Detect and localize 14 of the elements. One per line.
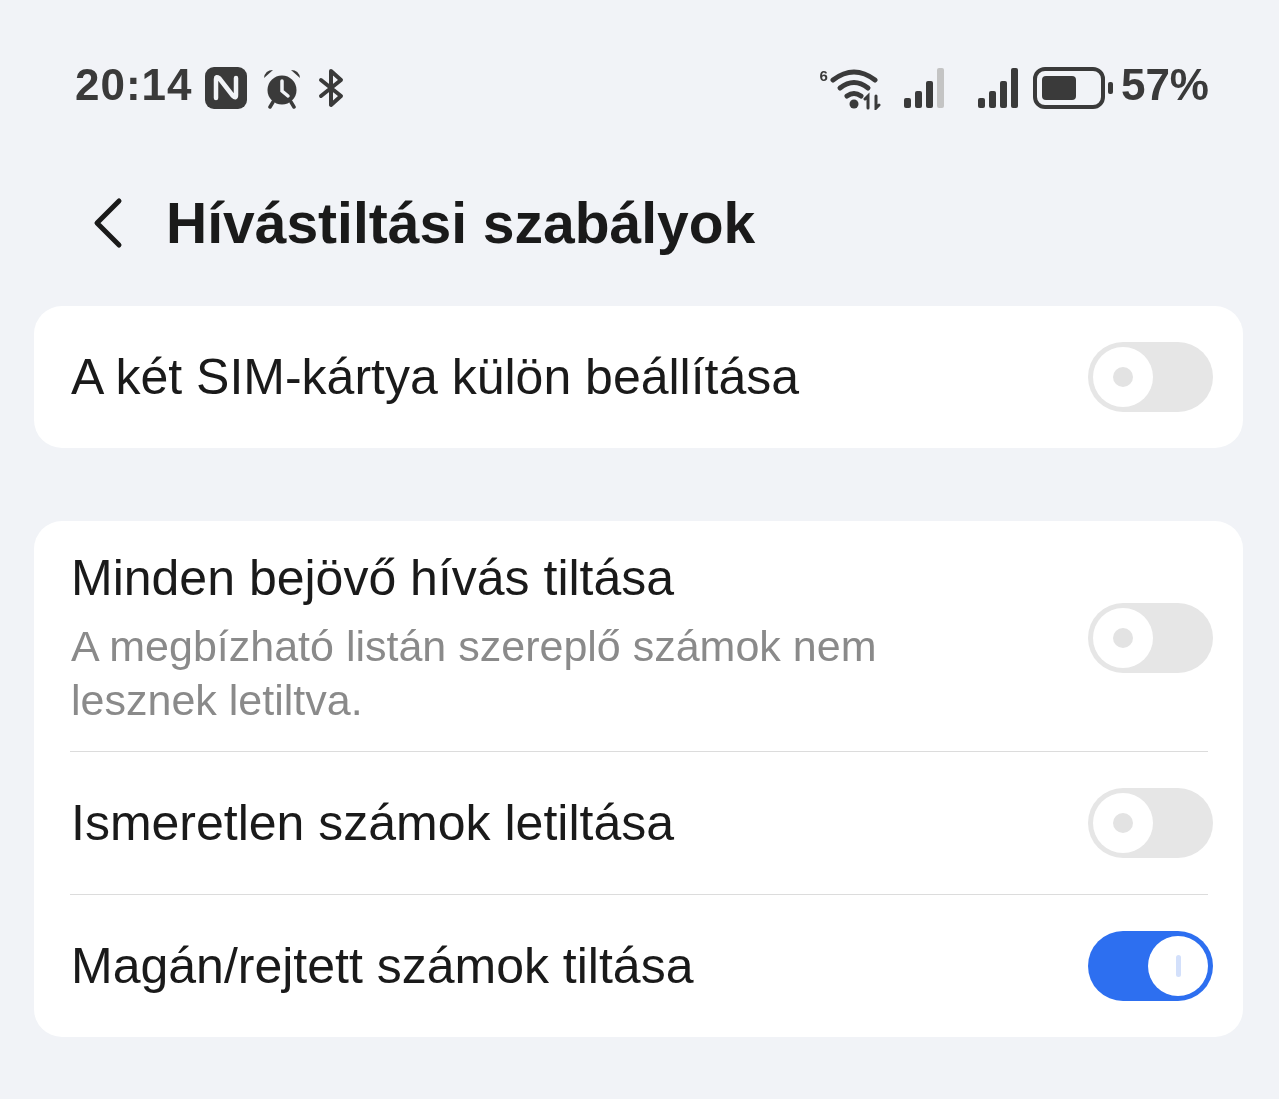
wifi-icon <box>829 66 882 110</box>
setting-label: Ismeretlen számok letiltása <box>71 794 675 852</box>
setting-label: Magán/rejtett számok tiltása <box>71 937 695 995</box>
signal-bars-icon <box>977 68 1018 108</box>
setting-description: A megbízható listán szereplő számok nem lesznek letiltva. <box>71 621 878 726</box>
signal-bars-icon <box>903 68 944 108</box>
page-title: Hívástiltási szabályok <box>166 190 756 257</box>
setting-label: Minden bejövő hívás tiltása <box>71 549 676 607</box>
battery-percent: 57% <box>1120 59 1209 111</box>
setting-label: A két SIM-kártya külön beállítása <box>71 348 801 406</box>
status-time: 20:14 <box>75 59 193 111</box>
battery-icon <box>1032 67 1113 109</box>
nfc-icon <box>204 67 247 109</box>
wifi-generation-label: 6 <box>819 68 828 83</box>
